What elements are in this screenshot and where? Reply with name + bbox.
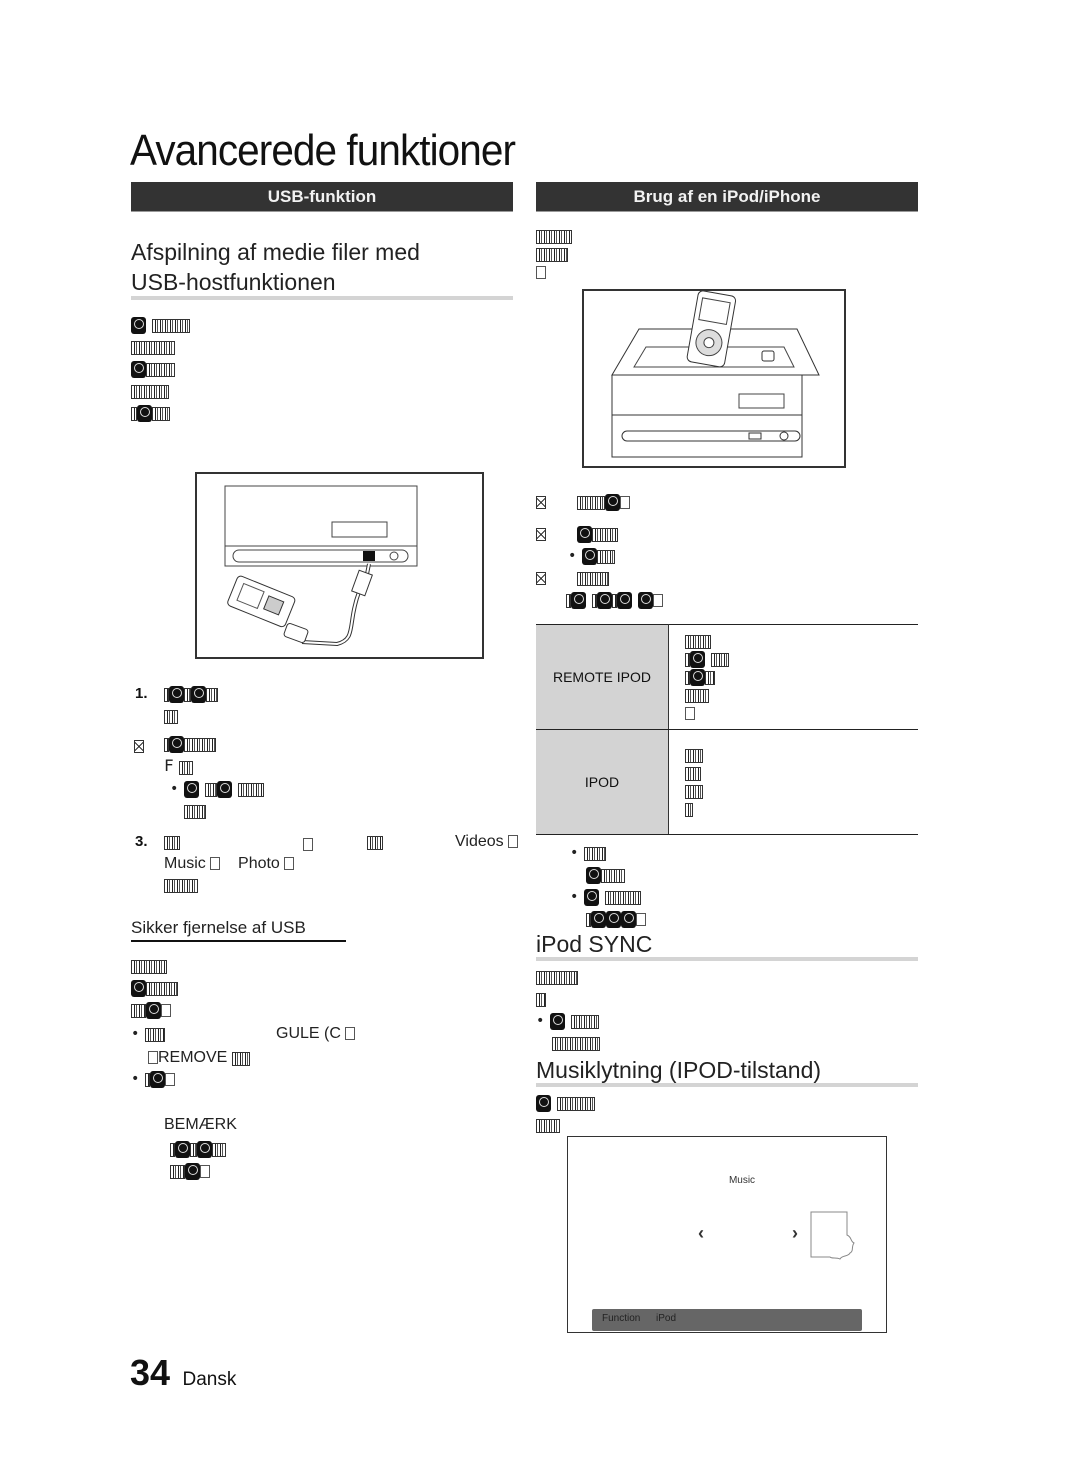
gule-label: GULE (C (276, 1025, 356, 1043)
disc-icon (197, 1141, 212, 1158)
mode-name: REMOTE IPOD (536, 624, 669, 730)
disc-icon (183, 781, 199, 798)
step-1-text (164, 683, 218, 727)
subheading-rule (131, 940, 346, 942)
step-2-text: F • (164, 733, 265, 822)
music-album-icon (810, 1211, 855, 1260)
ipod-sync-heading: iPod SYNC (536, 931, 653, 957)
disc-icon (536, 1095, 551, 1112)
music-listening-heading: Musiklytning (IPOD-tilstand) (536, 1057, 822, 1083)
disc-icon (638, 592, 654, 609)
step-3-garbled (367, 831, 383, 853)
disc-icon (216, 781, 232, 798)
note-label: BEMÆRK (164, 1116, 237, 1133)
remove-label: REMOVE (148, 1047, 250, 1069)
step-3: 3. (135, 833, 148, 851)
disc-icon (690, 669, 705, 686)
disc-icon (597, 592, 613, 609)
disc-icon (605, 494, 621, 511)
placeholder-box (303, 836, 313, 854)
disc-icon (146, 1002, 161, 1019)
disc-icon (169, 736, 184, 753)
ipod-sync-paragraph: • (536, 966, 600, 1054)
table-row: REMOTE IPOD (536, 624, 918, 730)
music-menu-label: Music (728, 1175, 756, 1186)
page-number: 34 (130, 1352, 171, 1393)
disc-icon (583, 889, 599, 906)
usb-connection-figure (195, 472, 484, 659)
section-band-ipod: Brug af en iPod/iPhone (536, 182, 918, 212)
tv-screen-music-menu: Music ‹ › Function iPod (567, 1136, 887, 1333)
disc-icon (131, 317, 146, 334)
disc-icon (137, 405, 152, 422)
photo-label: Photo (238, 855, 280, 872)
ipod-intro-paragraph (536, 227, 572, 281)
ipod-step-3 (536, 567, 664, 611)
disc-icon (169, 686, 184, 703)
videos-label: Videos (455, 833, 519, 851)
disc-icon (606, 911, 621, 928)
function-value: iPod (656, 1313, 677, 1324)
ipod-dock-illustration (611, 290, 820, 458)
mode-description (668, 624, 918, 730)
disc-icon (185, 1163, 200, 1180)
disc-icon (586, 867, 601, 884)
table-notes: • • (570, 842, 646, 930)
disc-icon (577, 526, 593, 543)
disc-icon (191, 686, 206, 703)
intro-paragraph (131, 314, 191, 424)
step-2-f-label: F (164, 756, 174, 775)
safe-removal-paragraph (131, 955, 178, 1021)
safe-removal-heading: Sikker fjernelse af USB (131, 918, 306, 937)
table-row: IPOD (536, 729, 918, 835)
heading-rule (131, 296, 513, 300)
safe-removal-bullet-2: • (131, 1068, 175, 1090)
step-1-number: 1. (135, 685, 148, 702)
language-label: Dansk (182, 1369, 237, 1390)
disc-icon (581, 548, 597, 565)
section-band-usb: USB-funktion (131, 182, 513, 212)
music-photo-labels: Music Photo (164, 855, 295, 873)
chevron-right-icon[interactable]: › (792, 1223, 798, 1244)
ipod-mode-table: REMOTE IPOD IPOD (536, 624, 918, 835)
heading-line-1: Afspilning af medie filer med (131, 239, 420, 265)
step-3-number: 3. (135, 833, 148, 850)
disc-icon (175, 1141, 190, 1158)
heading-line-2: USB-hostfunktionen (131, 269, 336, 295)
ipod-step-1 (536, 491, 631, 513)
usb-device-illustration (224, 485, 418, 647)
step-2-marker (134, 738, 144, 756)
heading-rule (536, 1083, 918, 1087)
mode-name: IPOD (536, 729, 669, 835)
disc-icon (131, 980, 146, 997)
function-status-bar: Function iPod (592, 1309, 862, 1331)
disc-icon (617, 592, 633, 609)
ipod-dock-figure (582, 289, 846, 468)
step-3-line-3 (164, 874, 198, 896)
step-3-text (164, 831, 180, 853)
heading-usb-playback: Afspilning af medie filer med USB-hostfu… (131, 237, 420, 297)
mode-description (668, 729, 918, 835)
disc-icon (149, 1071, 165, 1088)
music-label: Music (164, 855, 206, 872)
step-1: 1. (135, 685, 148, 703)
safe-removal-bullet-1: • (131, 1023, 165, 1045)
disc-icon (621, 911, 636, 928)
ipod-step-2: • (536, 523, 619, 567)
disc-icon (131, 361, 146, 378)
disc-icon (690, 651, 705, 668)
page-footer: 34 Dansk (130, 1352, 236, 1394)
function-label: Function (602, 1313, 641, 1324)
music-listening-paragraph (536, 1092, 596, 1136)
chevron-left-icon[interactable]: ‹ (698, 1223, 704, 1244)
disc-icon (591, 911, 606, 928)
disc-icon (571, 592, 586, 609)
disc-icon (549, 1013, 565, 1030)
page-title: Avancerede funktioner (130, 126, 516, 175)
note-text (170, 1138, 226, 1182)
heading-rule (536, 957, 918, 961)
